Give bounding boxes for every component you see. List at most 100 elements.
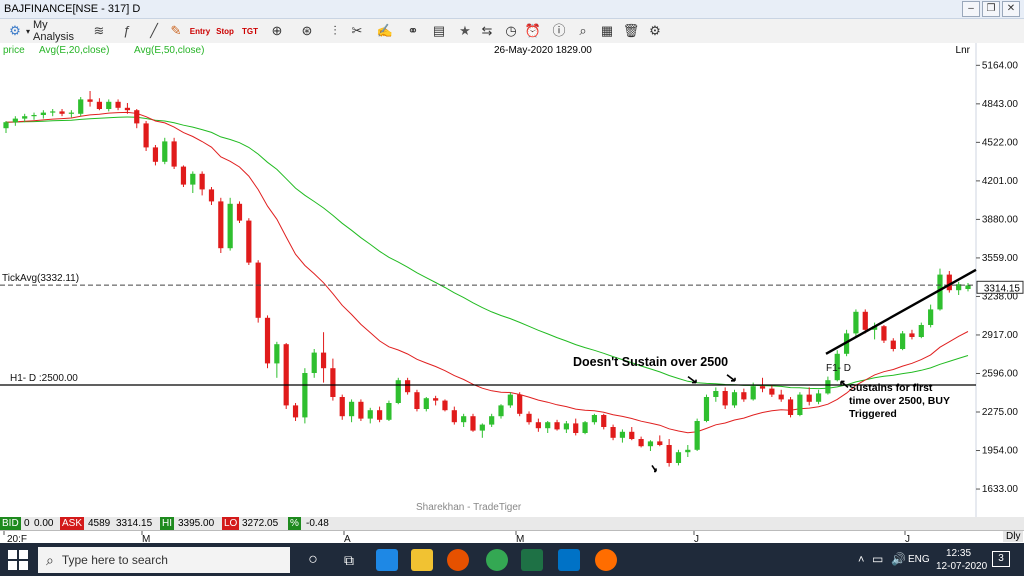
multi-icon[interactable]: ✂ <box>348 22 366 40</box>
taskbar-search[interactable]: ⌕ Type here to search <box>38 547 290 573</box>
restore-button[interactable]: ❐ <box>982 1 1000 17</box>
candle-body <box>386 403 392 420</box>
candle-body <box>68 112 74 114</box>
windows-start-icon[interactable] <box>8 550 28 570</box>
entry-icon[interactable]: Entry <box>190 22 210 40</box>
candle-body <box>900 333 906 349</box>
notes-icon[interactable]: ▦ <box>598 22 616 40</box>
link-icon[interactable]: ⚭ <box>404 22 422 40</box>
pen-icon[interactable]: ✍ <box>376 22 394 40</box>
excel-icon[interactable] <box>521 549 543 571</box>
indicator-icon[interactable]: ƒ <box>118 22 136 40</box>
chrome-icon[interactable] <box>486 549 508 571</box>
analysis-icon[interactable]: ⚙ <box>6 22 24 40</box>
network-icon[interactable]: ▭ <box>872 552 883 566</box>
y-tick-label: 2275.00 <box>982 407 1019 418</box>
candle-body <box>106 101 112 109</box>
candle-body <box>797 394 803 415</box>
clock-date[interactable]: 12-07-2020 <box>936 561 987 572</box>
delete-icon[interactable]: 🗑 <box>622 22 640 40</box>
dly-label[interactable]: Dly <box>1003 531 1024 542</box>
stop-label: Stop <box>216 26 234 36</box>
candle-body <box>526 413 532 423</box>
book-icon[interactable]: ▤ <box>430 22 448 40</box>
candle-body <box>517 394 523 414</box>
chart-toolbar: ⚙ ▾ My Analysis ≋ ƒ ╱ ✎ Entry Stop TGT ⊕ … <box>0 19 1024 44</box>
pct-value: -0.48 <box>306 518 329 529</box>
ema50-line <box>5 116 969 390</box>
candle-body <box>348 401 355 417</box>
candle-body <box>208 189 215 202</box>
candle-body <box>180 166 187 185</box>
compare-icon[interactable]: ⇆ <box>478 22 496 40</box>
stop-icon[interactable]: Stop <box>215 22 235 40</box>
candle-body <box>59 111 65 114</box>
candle-body <box>507 394 513 406</box>
star-icon[interactable]: ★ <box>456 22 474 40</box>
timer-icon[interactable]: ◷ <box>502 22 520 40</box>
cortana-icon[interactable]: ○ <box>302 549 324 571</box>
search-icon[interactable]: ⌕ <box>574 22 592 40</box>
arrow-2 <box>726 374 736 382</box>
alarm-icon[interactable]: ⏰ <box>524 22 542 40</box>
candle-body <box>965 285 971 289</box>
candle-body <box>367 410 373 419</box>
y-tick-label: 2596.00 <box>982 368 1019 379</box>
minimize-button[interactable]: – <box>962 1 980 17</box>
language-indicator[interactable]: ENG <box>908 554 930 565</box>
candle-body <box>134 110 140 124</box>
candlestick-chart: 5164.00 4843.00 4522.00 4201.00 3880.00 3559.… <box>0 43 1024 517</box>
tradetiger-icon[interactable] <box>447 549 469 571</box>
candle-body <box>563 423 569 430</box>
clock-time[interactable]: 12:35 <box>946 548 971 559</box>
target-icon[interactable]: TGT <box>240 22 260 40</box>
notification-count: 3 <box>998 553 1004 564</box>
tray-chevron-icon[interactable]: ˄ <box>858 554 864 566</box>
mail-icon[interactable] <box>558 549 580 571</box>
bid-qty: 0 <box>24 518 30 529</box>
task-view-icon[interactable]: ⧉ <box>338 549 360 571</box>
browser-icon[interactable] <box>595 549 617 571</box>
zoom-icon[interactable]: ⊛ <box>298 22 316 40</box>
candle-body <box>703 397 710 421</box>
candle-body <box>647 441 654 447</box>
volume-icon[interactable]: 🔊 <box>891 552 906 566</box>
y-tick-label: 4522.00 <box>982 137 1019 148</box>
line-tool-icon[interactable]: ╱ <box>145 22 163 40</box>
search-placeholder: Type here to search <box>61 553 168 567</box>
bid-label: BID <box>0 517 21 530</box>
draw-icon[interactable]: ⫶ <box>326 22 344 40</box>
close-button[interactable]: ✕ <box>1002 1 1020 17</box>
candle-body <box>554 422 560 430</box>
candle-body <box>124 107 131 111</box>
candle-body <box>619 431 626 438</box>
bid-price: 0.00 <box>34 518 54 529</box>
candle-body <box>255 262 261 318</box>
candle-body <box>283 344 289 406</box>
candle-body <box>236 203 243 221</box>
chart-area[interactable]: price Avg(E,20,close) Avg(E,50,close) 26… <box>0 43 1024 517</box>
y-tick-label: 2917.00 <box>982 330 1019 341</box>
candle-body <box>769 388 775 395</box>
file-explorer-icon[interactable] <box>411 549 433 571</box>
hi-label: HI <box>160 517 174 530</box>
windows-taskbar: ⌕ Type here to search ○ ⧉ ˄ ▭ 🔊 ENG 12:3… <box>0 543 1024 576</box>
settings-icon[interactable]: ⚙ <box>646 22 664 40</box>
chart-type-icon[interactable]: ≋ <box>90 22 108 40</box>
ask-label: ASK <box>60 517 85 530</box>
hi-value: 3395.00 <box>178 518 215 529</box>
candle-body <box>433 398 439 401</box>
watermark: Sharekhan - TradeTiger <box>416 502 522 513</box>
crosshair-icon[interactable]: ⊕ <box>268 22 286 40</box>
my-analysis-button[interactable]: ▾ My Analysis <box>26 19 88 43</box>
ask-qty: 4589 <box>88 518 111 529</box>
edge-icon[interactable] <box>376 549 398 571</box>
annotate-icon[interactable]: ✎ <box>167 22 185 40</box>
x-axis: 20:F M A M J J Dly <box>0 530 1024 544</box>
candle-body <box>264 317 271 364</box>
notification-icon[interactable]: 3 <box>992 551 1010 567</box>
candle-body <box>152 147 159 162</box>
candle-body <box>143 123 149 148</box>
info-icon[interactable]: ⓘ <box>550 22 568 40</box>
candle-body <box>330 368 336 397</box>
